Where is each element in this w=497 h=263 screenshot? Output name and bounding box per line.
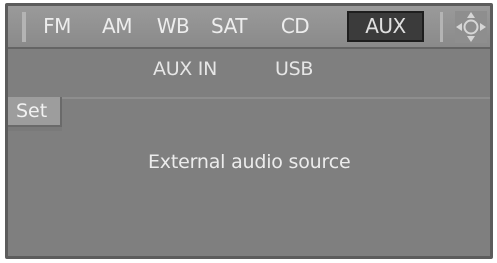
menu-divider bbox=[62, 97, 490, 99]
set-button-shadow bbox=[8, 127, 62, 131]
tab-cd[interactable]: CD bbox=[273, 11, 317, 42]
sub-item-usb[interactable]: USB bbox=[275, 58, 313, 80]
tab-sat[interactable]: SAT bbox=[203, 11, 255, 42]
radio-display: FM AM WB SAT CD AUX AUX IN USB Set Exter… bbox=[5, 3, 493, 259]
tab-wb[interactable]: WB bbox=[151, 11, 195, 42]
sub-item-aux-in[interactable]: AUX IN bbox=[153, 58, 217, 80]
status-message: External audio source bbox=[148, 151, 351, 173]
right-separator bbox=[440, 12, 443, 42]
tab-am[interactable]: AM bbox=[95, 11, 139, 42]
tab-aux[interactable]: AUX bbox=[347, 11, 424, 42]
controller-direction-icon[interactable] bbox=[454, 10, 488, 44]
sub-source-bar: AUX IN USB bbox=[8, 52, 490, 88]
tab-fm[interactable]: FM bbox=[35, 11, 79, 42]
set-button[interactable]: Set bbox=[8, 97, 62, 127]
source-bar: FM AM WB SAT CD AUX bbox=[8, 6, 490, 49]
left-separator bbox=[22, 12, 26, 42]
